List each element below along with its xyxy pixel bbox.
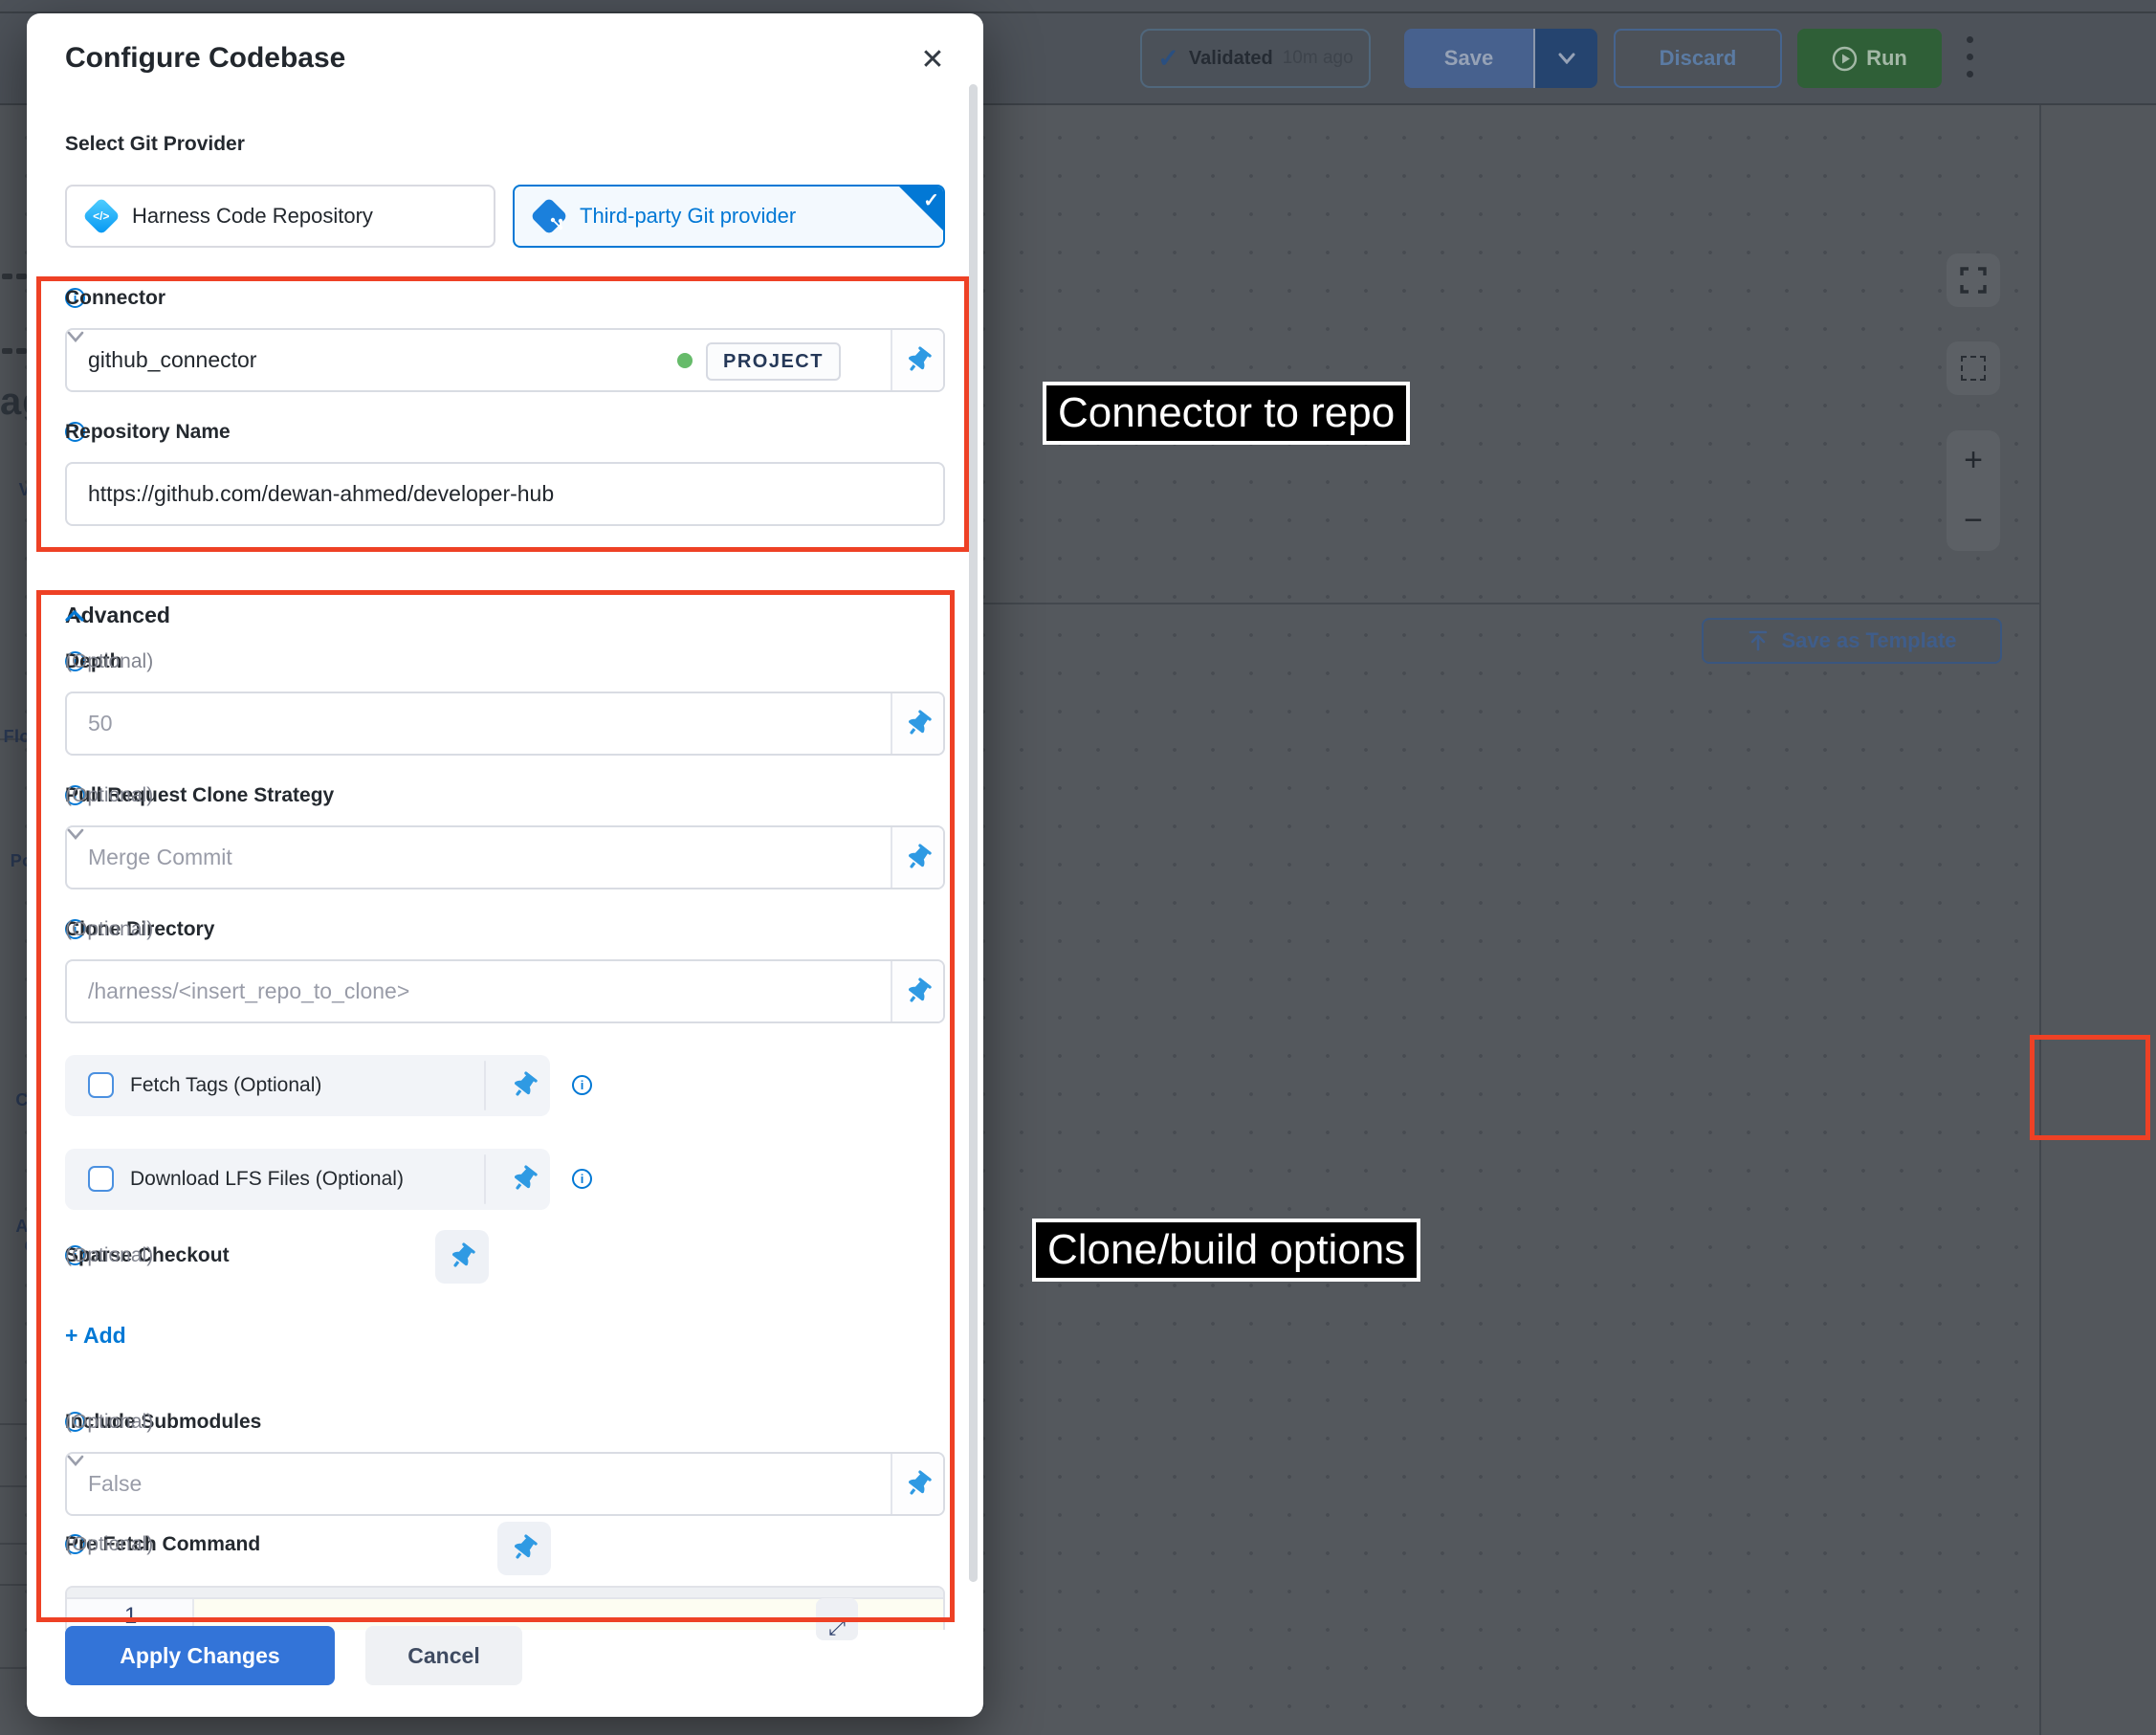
check-icon: ✓	[1157, 44, 1179, 74]
chevron-down-icon	[1558, 53, 1575, 64]
dialog-title: Configure Codebase	[65, 42, 345, 75]
git-provider-icon	[530, 197, 568, 235]
connector-dash	[2, 348, 12, 354]
zoom-in-button[interactable]: +	[1964, 442, 1983, 479]
save-dropdown-button[interactable]	[1533, 29, 1597, 88]
save-as-template-button[interactable]: Save as Template	[1702, 618, 2002, 664]
pipeline-studio-screen: ag ✓ Validated 10m ago Save Discard Run …	[0, 0, 2156, 1735]
provider-option-harness-code[interactable]: </> Harness Code Repository	[65, 185, 495, 248]
canvas-select-button[interactable]	[1947, 341, 2000, 395]
cancel-button[interactable]: Cancel	[365, 1626, 522, 1685]
canvas-fit-button[interactable]	[1947, 253, 2000, 307]
marquee-icon	[1961, 356, 1986, 381]
panel-line	[0, 1423, 27, 1425]
validated-status-badge: ✓ Validated 10m ago	[1140, 29, 1371, 88]
annotation-box-advanced	[36, 590, 955, 1622]
save-split-button[interactable]: Save	[1404, 29, 1597, 88]
panel-line	[0, 1485, 27, 1487]
zoom-out-button[interactable]: −	[1964, 502, 1983, 539]
harness-code-icon: </>	[82, 197, 121, 235]
studio-right-sidebar	[2039, 105, 2156, 1735]
connector-dash	[2, 274, 12, 279]
connector-dash	[16, 348, 27, 354]
validated-label: Validated	[1189, 48, 1273, 70]
fullscreen-icon	[1959, 266, 1988, 295]
run-button[interactable]: Run	[1797, 29, 1942, 88]
upload-icon	[1747, 629, 1770, 652]
save-button[interactable]: Save	[1404, 29, 1533, 88]
close-icon[interactable]: ✕	[912, 38, 954, 80]
save-as-template-label: Save as Template	[1781, 628, 1956, 653]
run-label: Run	[1866, 46, 1907, 71]
annotation-box-codebase	[2030, 1035, 2150, 1140]
validated-time: 10m ago	[1283, 48, 1353, 69]
annotation-clone-build-options: Clone/build options	[1032, 1219, 1420, 1282]
panel-line	[0, 1543, 27, 1545]
stage-panel-divider	[983, 603, 2039, 604]
annotation-connector-to-repo: Connector to repo	[1043, 382, 1410, 445]
check-icon: ✓	[923, 188, 939, 212]
more-options-menu[interactable]	[1967, 36, 1974, 77]
panel-line	[0, 1584, 27, 1586]
panel-line	[0, 1667, 27, 1669]
canvas-zoom-control[interactable]: + −	[1947, 430, 2000, 551]
discard-button[interactable]: Discard	[1614, 29, 1782, 88]
dialog-scrollbar[interactable]	[969, 84, 978, 1582]
annotation-box-connector	[36, 276, 969, 552]
apply-changes-button[interactable]: Apply Changes	[65, 1626, 335, 1685]
connector-dash	[16, 274, 27, 279]
provider-option-third-party[interactable]: Third-party Git provider ✓	[513, 185, 945, 248]
play-icon	[1832, 46, 1858, 72]
